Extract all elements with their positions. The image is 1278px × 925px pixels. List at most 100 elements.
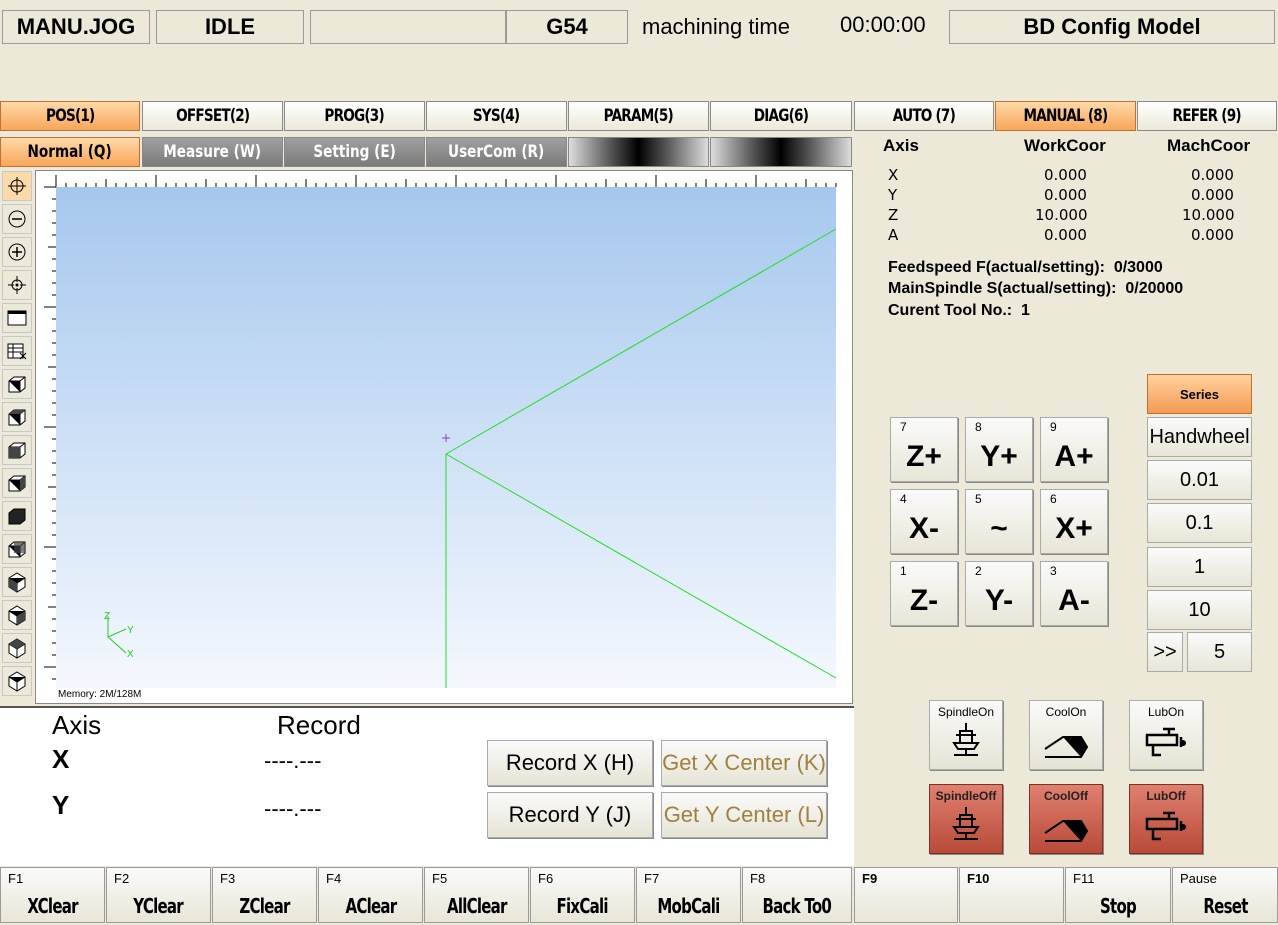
subtab-empty-1 — [568, 137, 709, 167]
spindle-off-button[interactable]: SpindleOff — [929, 784, 1003, 854]
get-x-center-button[interactable]: Get X Center (K) — [661, 740, 827, 786]
table-view-icon[interactable] — [2, 336, 32, 366]
tab-auto[interactable]: AUTO (7) — [854, 101, 994, 131]
lube-on-button[interactable]: LubOn — [1129, 700, 1203, 770]
f8-back-to-zero-button[interactable]: F8 Back To0 — [742, 867, 852, 923]
f7-mobcali-button[interactable]: F7 MobCali — [636, 867, 741, 923]
fkey-num: F9 — [862, 871, 878, 886]
jog-y-plus-button[interactable]: 8 Y+ — [965, 417, 1033, 482]
step-custom-field[interactable]: 5 — [1187, 632, 1252, 672]
window-view-icon[interactable] — [2, 303, 32, 333]
f1-xclear-button[interactable]: F1 XClear — [0, 867, 105, 923]
lube-tap-icon — [1145, 727, 1186, 757]
cube-view-6-icon[interactable] — [2, 534, 32, 564]
f11-stop-button[interactable]: F11 Stop — [1065, 867, 1171, 923]
record-x-button[interactable]: Record X (H) — [487, 740, 653, 786]
center-view-icon[interactable] — [2, 270, 32, 300]
message-field — [310, 10, 506, 44]
jog-a-minus-button[interactable]: 3 A- — [1040, 561, 1108, 626]
jog-key-label: Y- — [984, 584, 1014, 617]
tab-prog[interactable]: PROG(3) — [284, 101, 425, 131]
coord-mach-y: 0.000 — [1191, 186, 1234, 204]
subtab-measure[interactable]: Measure (W) — [142, 137, 283, 167]
jog-key-num: 6 — [1050, 492, 1057, 506]
coolant-off-button[interactable]: CoolOff — [1029, 784, 1103, 854]
step-0-1-button[interactable]: 0.1 — [1147, 503, 1252, 543]
step-0-01-button[interactable]: 0.01 — [1147, 460, 1252, 500]
coord-header-axis: Axis — [883, 136, 919, 155]
record-y-button[interactable]: Record Y (J) — [487, 792, 653, 838]
jog-rapid-toggle-button[interactable]: 5 ~ — [965, 489, 1033, 554]
fkey-num: F3 — [220, 871, 236, 886]
coord-work-x: 0.000 — [1044, 166, 1087, 184]
step-custom-value: 5 — [1213, 640, 1226, 663]
jog-key-num: 4 — [900, 492, 907, 506]
step-more-button[interactable]: >> — [1147, 632, 1183, 672]
subtab-measure-label: Measure (W) — [163, 142, 262, 162]
step-10-button[interactable]: 10 — [1147, 590, 1252, 630]
pause-reset-button[interactable]: Pause Reset — [1172, 867, 1278, 923]
get-y-center-label: Get Y Center (L) — [663, 802, 825, 827]
fkey-num: F4 — [326, 871, 342, 886]
subtab-setting[interactable]: Setting (E) — [284, 137, 425, 167]
zoom-out-icon[interactable] — [2, 204, 32, 234]
fkey-num: F6 — [538, 871, 554, 886]
jog-a-plus-button[interactable]: 9 A+ — [1040, 417, 1108, 482]
jog-x-minus-button[interactable]: 4 X- — [890, 489, 958, 554]
step-1-button[interactable]: 1 — [1147, 547, 1252, 587]
fkey-label: XClear — [27, 894, 78, 918]
tab-refer[interactable]: REFER (9) — [1137, 101, 1277, 131]
jog-z-minus-button[interactable]: 1 Z- — [890, 561, 958, 626]
record-x-value: ----.--- — [264, 748, 322, 773]
toolpath-viewer[interactable]: Z Y X Memory: 2M/128M — [35, 170, 853, 704]
tab-manual[interactable]: MANUAL (8) — [995, 101, 1136, 131]
subtab-normal[interactable]: Normal (Q) — [0, 137, 140, 167]
memory-status: Memory: 2M/128M — [58, 689, 142, 700]
coord-axis-a: A — [888, 226, 899, 244]
get-y-center-button[interactable]: Get Y Center (L) — [661, 792, 827, 838]
f2-yclear-button[interactable]: F2 YClear — [106, 867, 211, 923]
ruler-left — [44, 186, 56, 680]
coord-axis-y: Y — [888, 186, 898, 204]
handwheel-mode-button[interactable]: Handwheel — [1147, 417, 1252, 457]
spindle-on-button[interactable]: SpindleOn — [929, 700, 1003, 770]
subtab-usercom[interactable]: UserCom (R) — [426, 137, 567, 167]
cube-view-2-icon[interactable] — [2, 402, 32, 432]
jog-x-plus-button[interactable]: 6 X+ — [1040, 489, 1108, 554]
f4-aclear-button[interactable]: F4 AClear — [318, 867, 423, 923]
f9-button[interactable]: F9 — [854, 867, 958, 923]
series-mode-button[interactable]: Series — [1147, 374, 1252, 414]
zoom-in-icon[interactable] — [2, 237, 32, 267]
f5-allclear-button[interactable]: F5 AllClear — [424, 867, 529, 923]
tab-param[interactable]: PARAM(5) — [568, 101, 709, 131]
coolant-on-button[interactable]: CoolOn — [1029, 700, 1103, 770]
fkey-label: FixCali — [556, 894, 609, 918]
jog-key-label: ~ — [990, 512, 1008, 545]
f10-button[interactable]: F10 — [959, 867, 1064, 923]
iso-view-3-icon[interactable] — [2, 633, 32, 663]
iso-view-2-icon[interactable] — [2, 600, 32, 630]
f3-zclear-button[interactable]: F3 ZClear — [212, 867, 317, 923]
f6-fixcali-button[interactable]: F6 FixCali — [530, 867, 635, 923]
cube-view-4-icon[interactable] — [2, 468, 32, 498]
lube-off-label: LubOff — [1146, 789, 1186, 803]
tab-pos-label: POS(1) — [45, 106, 95, 126]
tab-offset[interactable]: OFFSET(2) — [142, 101, 283, 131]
cube-view-5-icon[interactable] — [2, 501, 32, 531]
tab-pos[interactable]: POS(1) — [0, 101, 140, 131]
jog-z-plus-button[interactable]: 7 Z+ — [890, 417, 958, 482]
cube-view-1-icon[interactable] — [2, 369, 32, 399]
lube-off-button[interactable]: LubOff — [1129, 784, 1203, 854]
iso-view-4-icon[interactable] — [2, 666, 32, 696]
jog-y-minus-button[interactable]: 2 Y- — [965, 561, 1033, 626]
spindle-value: 0/20000 — [1125, 280, 1184, 297]
record-panel: Axis Record X Y ----.--- ----.--- — [0, 706, 854, 866]
cube-view-3-icon[interactable] — [2, 435, 32, 465]
record-y-value: ----.--- — [264, 796, 322, 821]
tab-sys[interactable]: SYS(4) — [426, 101, 567, 131]
tab-diag[interactable]: DIAG(6) — [710, 101, 852, 131]
fkey-label: YClear — [133, 894, 184, 918]
crosshair-tool-icon[interactable] — [2, 171, 32, 201]
feedspeed-value: 0/3000 — [1113, 259, 1163, 276]
iso-view-1-icon[interactable] — [2, 567, 32, 597]
